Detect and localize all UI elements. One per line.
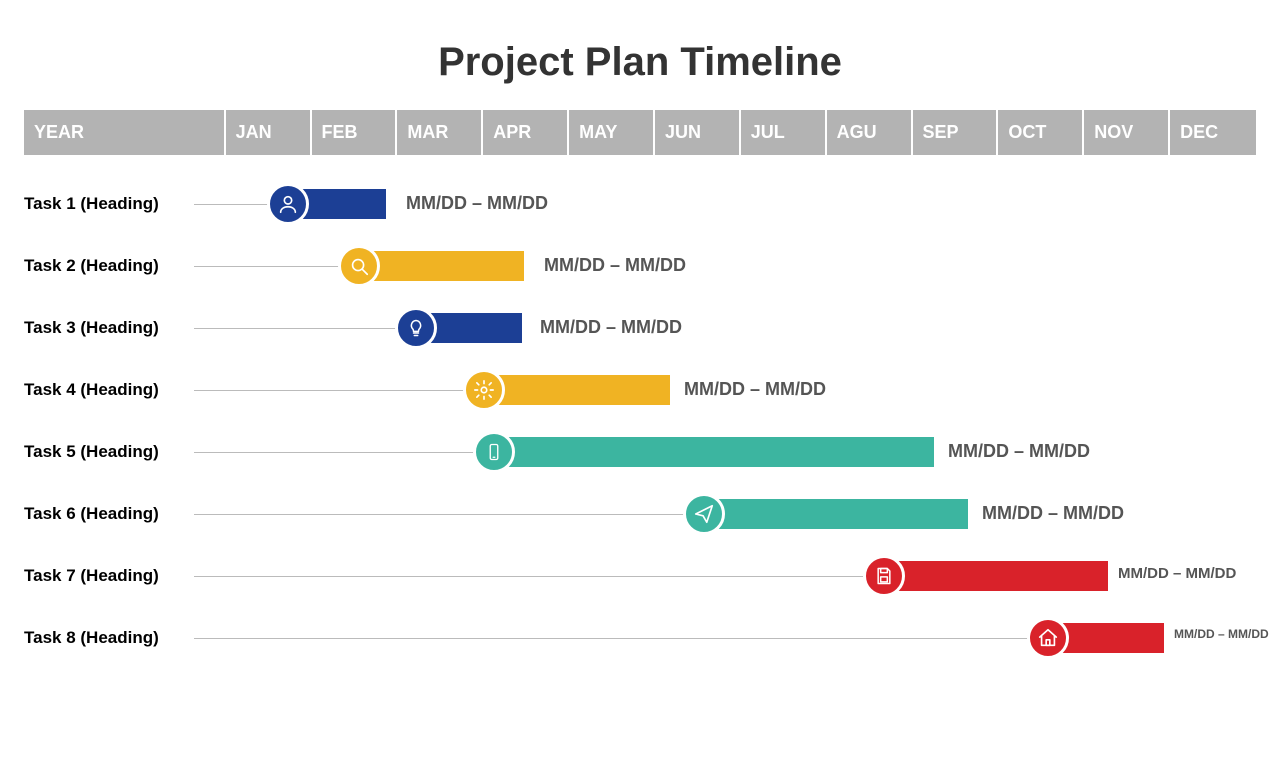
task-label: Task 2 (Heading) (24, 256, 194, 276)
task-row: Task 1 (Heading) MM/DD – MM/DD (24, 173, 1256, 235)
gear-icon (463, 369, 505, 411)
month-header: MAY (569, 110, 655, 155)
month-header: SEP (913, 110, 999, 155)
gantt-bar (884, 561, 1108, 591)
month-header: AGU (827, 110, 913, 155)
task-row: Task 7 (Heading) MM/DD – MM/DD (24, 545, 1256, 607)
connector-line (194, 576, 864, 577)
month-header: JUN (655, 110, 741, 155)
task-date-range: MM/DD – MM/DD (684, 379, 826, 400)
task-date-range: MM/DD – MM/DD (540, 317, 682, 338)
task-row: Task 8 (Heading)MM/DD – MM/DD (24, 607, 1256, 669)
task-label: Task 4 (Heading) (24, 380, 194, 400)
month-header: JAN (226, 110, 312, 155)
gantt-bar (704, 499, 968, 529)
page-title: Project Plan Timeline (0, 40, 1280, 85)
connector-line (194, 514, 684, 515)
month-header: FEB (312, 110, 398, 155)
connector-line (194, 638, 1028, 639)
connector-line (194, 452, 474, 453)
timeline-header: YEAR JAN FEB MAR APR MAY JUN JUL AGU SEP… (24, 110, 1256, 155)
task-label: Task 7 (Heading) (24, 566, 194, 586)
send-icon (683, 493, 725, 535)
task-label: Task 5 (Heading) (24, 442, 194, 462)
gantt-bar (359, 251, 524, 281)
lightbulb-icon (395, 307, 437, 349)
month-header: OCT (998, 110, 1084, 155)
connector-line (194, 204, 269, 205)
search-icon (338, 245, 380, 287)
task-date-range: MM/DD – MM/DD (1118, 565, 1236, 582)
task-label: Task 6 (Heading) (24, 504, 194, 524)
gantt-bar (484, 375, 670, 405)
connector-line (194, 328, 396, 329)
year-header: YEAR (24, 110, 226, 155)
phone-icon (473, 431, 515, 473)
home-icon (1027, 617, 1069, 659)
save-icon (863, 555, 905, 597)
task-date-range: MM/DD – MM/DD (982, 503, 1124, 524)
task-label: Task 1 (Heading) (24, 194, 194, 214)
task-row: Task 4 (Heading) MM/DD – MM/DD (24, 359, 1256, 421)
month-header: DEC (1170, 110, 1256, 155)
gantt-bar (494, 437, 934, 467)
task-row: Task 6 (Heading) MM/DD – MM/DD (24, 483, 1256, 545)
person-icon (267, 183, 309, 225)
task-row: Task 3 (Heading) MM/DD – MM/DD (24, 297, 1256, 359)
month-header: NOV (1084, 110, 1170, 155)
task-label: Task 8 (Heading) (24, 628, 194, 648)
task-row: Task 2 (Heading) MM/DD – MM/DD (24, 235, 1256, 297)
connector-line (194, 390, 464, 391)
task-date-range: MM/DD – MM/DD (406, 193, 548, 214)
task-date-range: MM/DD – MM/DD (544, 255, 686, 276)
task-row: Task 5 (Heading) MM/DD – MM/DD (24, 421, 1256, 483)
task-label: Task 3 (Heading) (24, 318, 194, 338)
connector-line (194, 266, 339, 267)
task-date-range: MM/DD – MM/DD (948, 441, 1090, 462)
month-header: MAR (397, 110, 483, 155)
month-header: APR (483, 110, 569, 155)
task-date-range: MM/DD – MM/DD (1174, 627, 1269, 641)
month-header: JUL (741, 110, 827, 155)
